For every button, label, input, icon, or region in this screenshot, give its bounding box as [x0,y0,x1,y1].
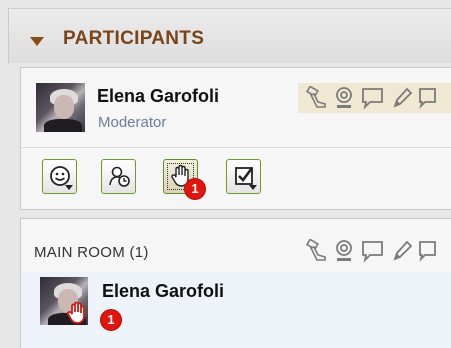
poll-menu-arrow-icon [249,185,257,190]
more-icon [419,88,436,109]
raise-hand-button[interactable]: 1 [163,159,205,199]
moderator-role: Moderator [98,114,167,131]
poll-button[interactable] [226,159,261,194]
participants-pod: PARTICIPANTS Elena Garofoli Moderator 1 … [0,0,451,348]
chat-icon [362,241,383,263]
more-icon [419,241,436,262]
emoticon-menu-arrow-icon [65,185,73,190]
participant-row[interactable]: Elena Garofoli 1 [21,272,451,348]
participants-title: PARTICIPANTS [63,28,205,49]
chat-icon [362,88,383,110]
panel-divider [21,147,451,148]
participants-header[interactable]: PARTICIPANTS [8,8,451,63]
step-away-icon [109,166,130,187]
room-status-icons [298,236,451,266]
emoticon-icon [50,166,70,186]
poll-icon [235,167,254,185]
step-away-button[interactable] [101,159,136,194]
presenter-icon [305,86,326,108]
raised-hand-status-icon [66,301,85,324]
pencil-icon [393,240,413,261]
moderator-status-icons [298,83,451,113]
webcam-icon [336,240,352,261]
emoticon-button[interactable] [42,159,77,194]
main-room-title: MAIN ROOM (1) [34,244,149,261]
moderator-avatar [36,83,85,132]
participant-hand-badge: 1 [101,310,121,330]
main-room-panel: MAIN ROOM (1) Elena Garofoli 1 [20,218,451,348]
webcam-icon [336,87,352,108]
participant-avatar [40,277,88,325]
my-status-panel: Elena Garofoli Moderator 1 [20,67,451,210]
pencil-icon [393,87,413,108]
participant-name: Elena Garofoli [102,281,225,301]
presenter-icon [305,239,326,261]
moderator-name: Elena Garofoli [97,86,220,106]
raise-hand-count-badge: 1 [185,179,205,199]
collapse-triangle-icon[interactable] [30,37,44,46]
